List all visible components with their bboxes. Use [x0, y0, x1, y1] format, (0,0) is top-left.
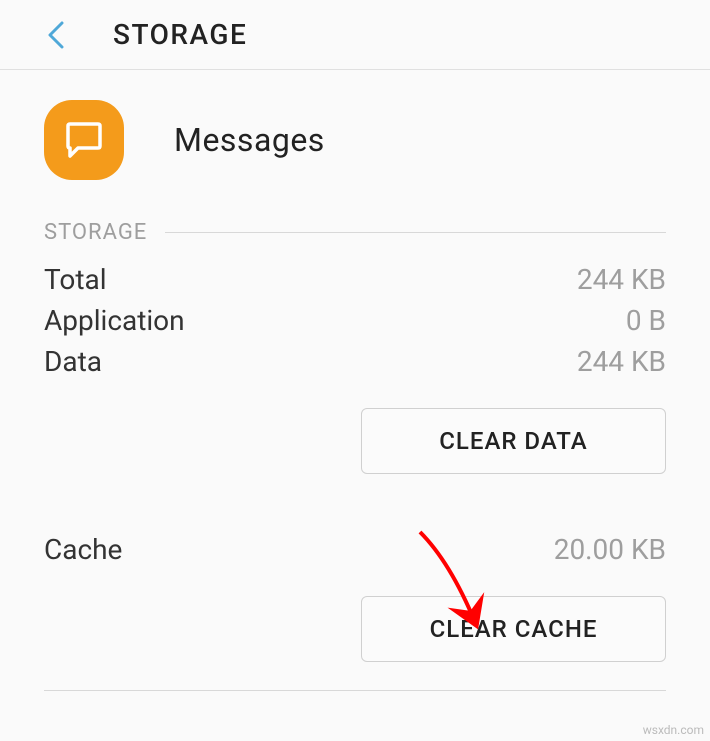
messages-app-icon [44, 100, 124, 180]
app-name: Messages [174, 121, 325, 159]
clear-data-row: CLEAR DATA [0, 382, 710, 484]
total-row: Total 244 KB [0, 259, 710, 300]
page-title: STORAGE [113, 18, 247, 51]
app-row: Messages [0, 70, 710, 220]
clear-cache-row: CLEAR CACHE [0, 570, 710, 672]
divider [44, 690, 666, 691]
divider [165, 232, 666, 233]
section-header: STORAGE [0, 220, 710, 245]
data-value: 244 KB [577, 345, 666, 378]
cache-value: 20.00 KB [554, 533, 666, 566]
application-value: 0 B [626, 304, 666, 337]
back-icon[interactable] [44, 21, 68, 49]
header: STORAGE [0, 0, 710, 70]
application-label: Application [44, 304, 185, 337]
data-label: Data [44, 345, 102, 378]
data-row: Data 244 KB [0, 341, 710, 382]
section-title: STORAGE [44, 220, 147, 245]
clear-data-button[interactable]: CLEAR DATA [361, 408, 666, 474]
cache-label: Cache [44, 533, 122, 566]
total-label: Total [44, 263, 107, 296]
application-row: Application 0 B [0, 300, 710, 341]
cache-row: Cache 20.00 KB [0, 529, 710, 570]
clear-cache-button[interactable]: CLEAR CACHE [361, 596, 666, 662]
watermark: wsxdn.com [643, 723, 704, 737]
total-value: 244 KB [577, 263, 666, 296]
